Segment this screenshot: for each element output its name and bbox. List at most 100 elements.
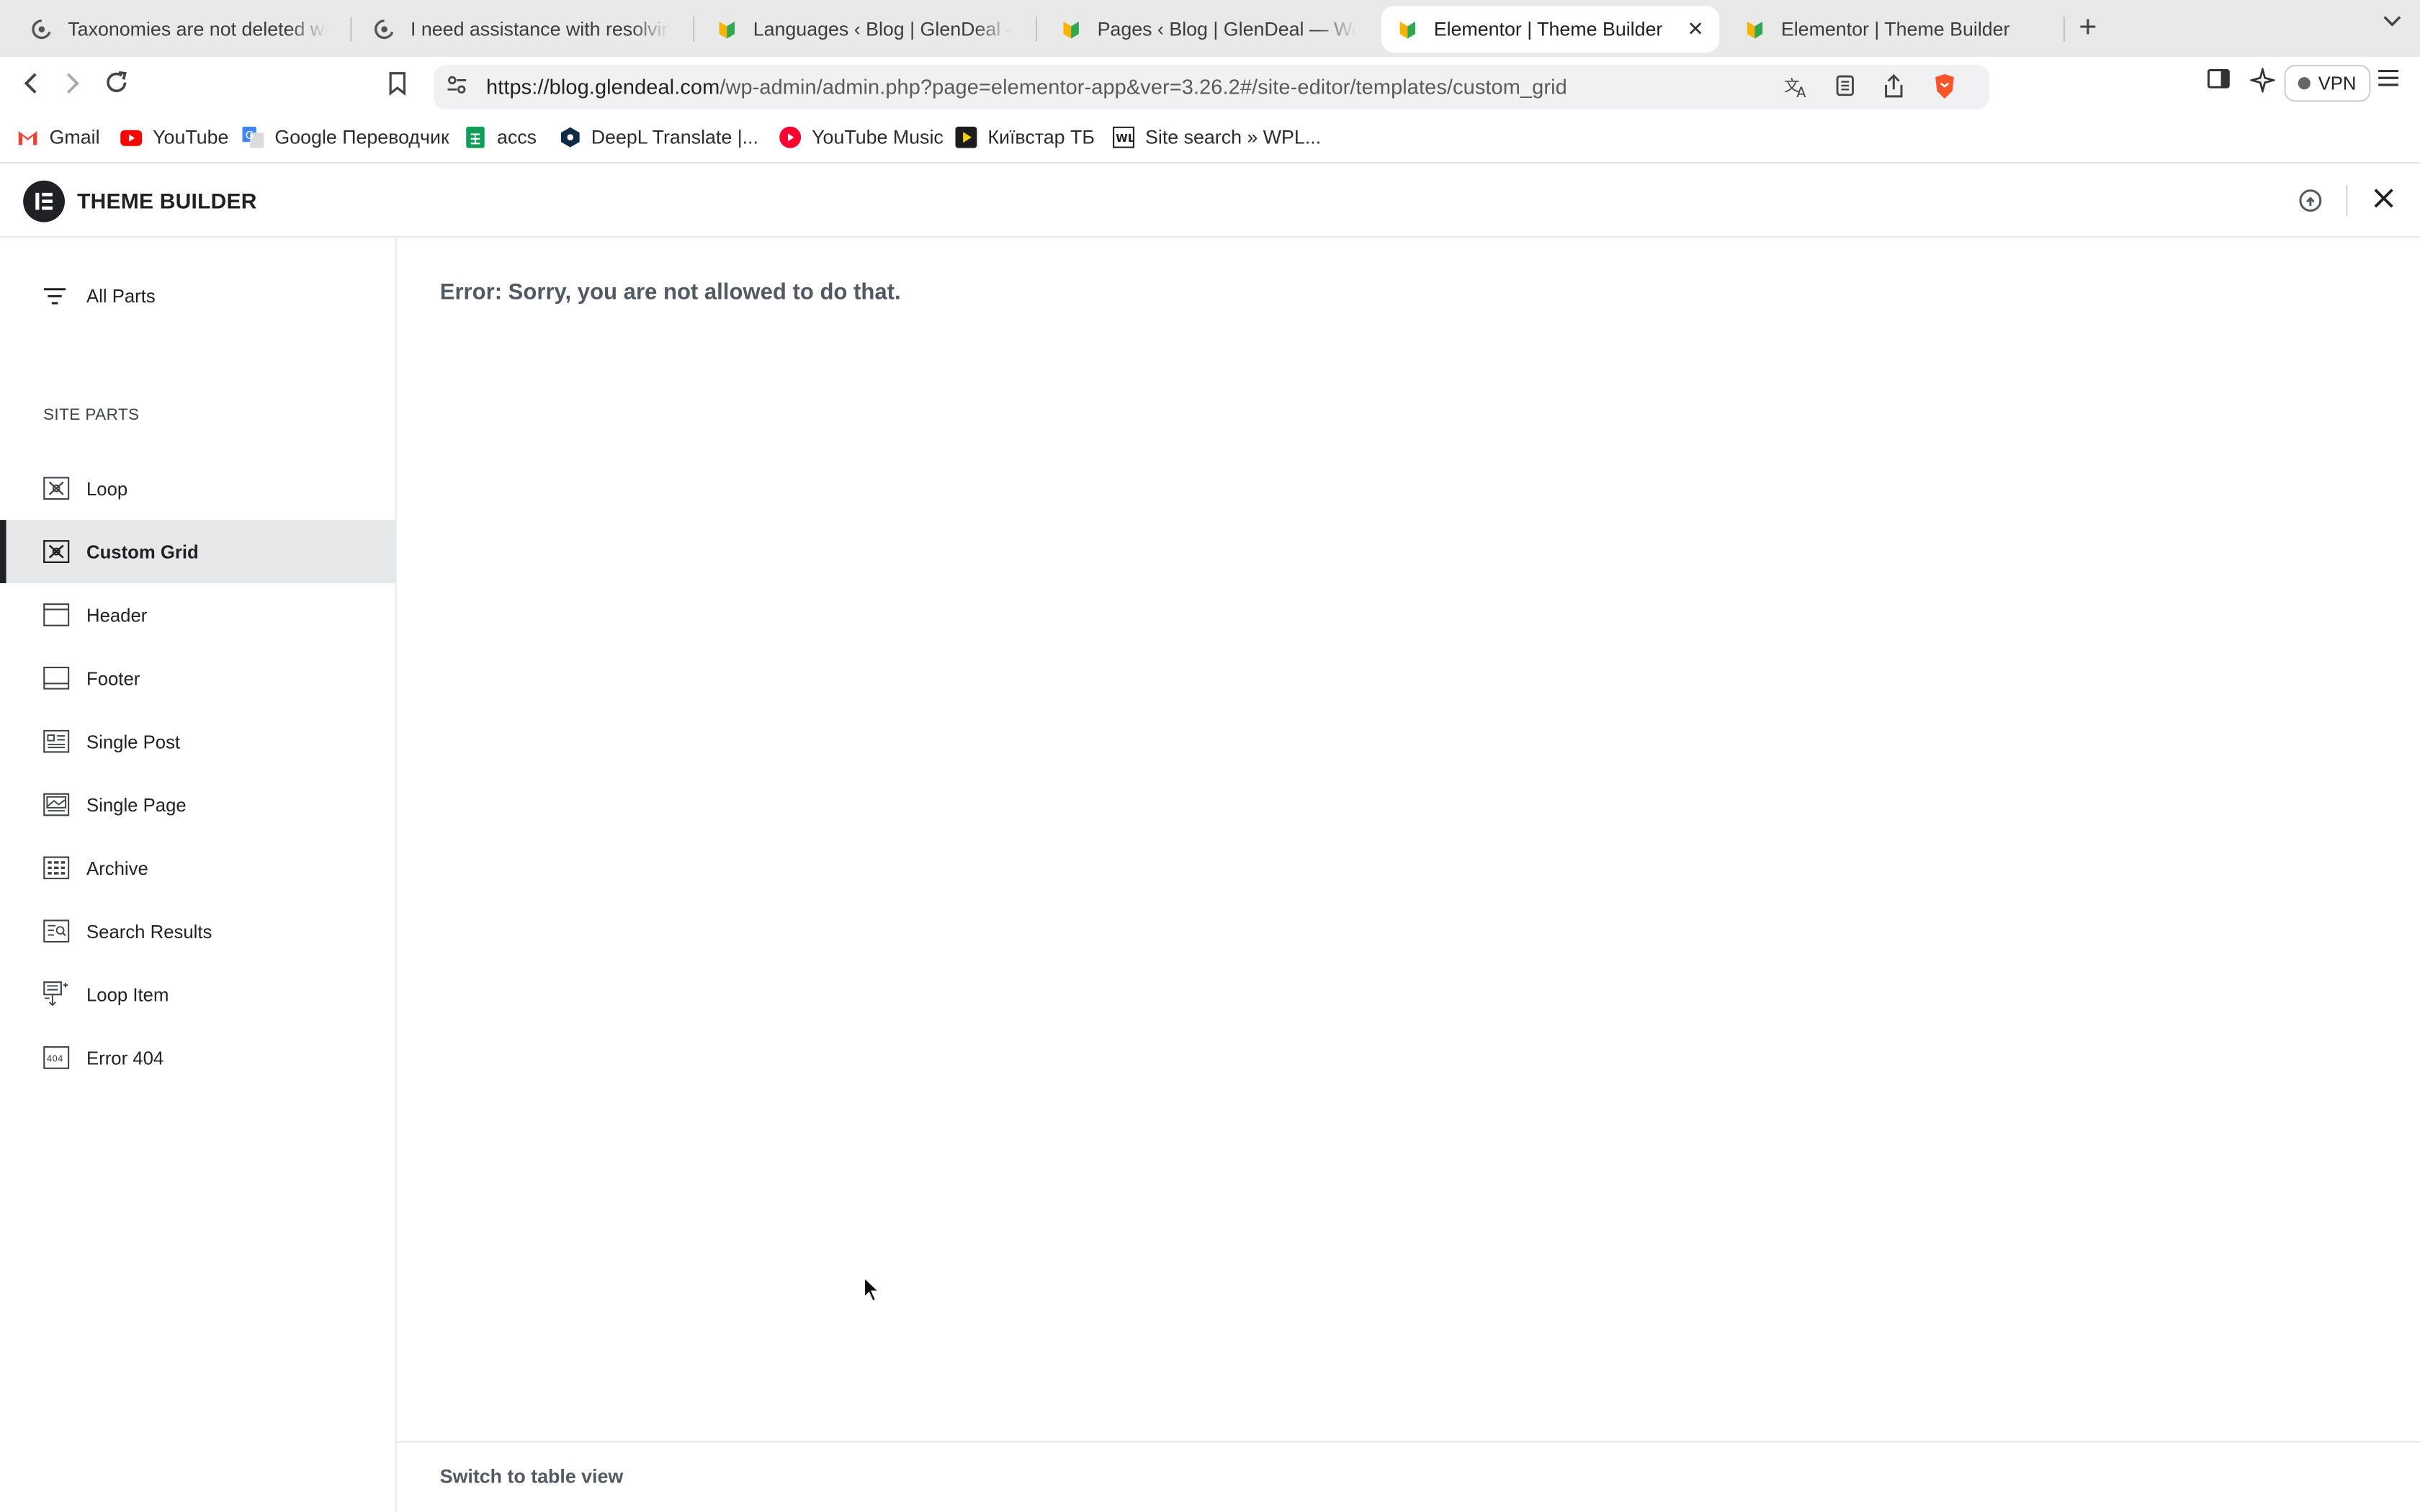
tab-title: Pages ‹ Blog | GlenDeal — WordP: [1097, 18, 1357, 40]
bookmark-label: DeepL Translate |...: [591, 126, 759, 148]
tab-taxonomies[interactable]: Taxonomies are not deleted with t: [15, 6, 342, 53]
svg-text:WL: WL: [1116, 132, 1134, 145]
deepl-icon: [559, 127, 581, 148]
url-path: /wp-admin/admin.php?page=elementor-app&v…: [720, 76, 1567, 99]
tab-assistance[interactable]: I need assistance with resolving i: [358, 6, 685, 53]
header-icon: [43, 603, 70, 626]
tab-divider: [2063, 17, 2066, 42]
bookmark-gmail[interactable]: Gmail: [17, 127, 100, 148]
site-settings-icon[interactable]: [446, 74, 467, 100]
page-title: THEME BUILDER: [77, 188, 257, 213]
sidebar-item-error-404[interactable]: 404 Error 404: [0, 1026, 395, 1089]
tab-languages[interactable]: Languages ‹ Blog | GlenDeal — W: [701, 6, 1028, 53]
help-icon[interactable]: [2298, 188, 2323, 220]
footer-icon: [43, 666, 70, 690]
search-results-icon: [43, 919, 70, 943]
svg-text:404: 404: [47, 1053, 63, 1063]
bookmark-accs[interactable]: accs: [465, 126, 537, 148]
error-404-icon: 404: [43, 1046, 70, 1069]
main-footer: Switch to table view: [396, 1441, 2420, 1512]
tab-pages[interactable]: Pages ‹ Blog | GlenDeal — WordP: [1045, 6, 1372, 53]
single-page-icon: [43, 793, 70, 816]
sidebar-item-search-results[interactable]: Search Results: [0, 899, 395, 963]
chevron-down-icon[interactable]: [2383, 12, 2402, 34]
sidebar-toggle-icon[interactable]: [2207, 68, 2230, 94]
tab-theme-builder-active[interactable]: Elementor | Theme Builder ✕: [1381, 6, 1720, 53]
new-tab-icon[interactable]: +: [2079, 11, 2097, 46]
close-tab-icon[interactable]: ✕: [1675, 17, 1703, 42]
sidebar-item-loop-item[interactable]: Loop Item: [0, 963, 395, 1026]
sidebar-item-single-post[interactable]: Single Post: [0, 710, 395, 773]
bookmark-youtube[interactable]: YouTube: [120, 127, 228, 148]
tab-title: Languages ‹ Blog | GlenDeal — W: [753, 18, 1013, 40]
switch-to-table-view-link[interactable]: Switch to table view: [440, 1466, 624, 1488]
loop-item-icon: [43, 981, 69, 1007]
support-icon: [374, 19, 395, 40]
sidebar-item-label: Error 404: [86, 1046, 164, 1068]
header-divider: [2346, 185, 2348, 216]
svg-text:G: G: [246, 129, 254, 142]
share-icon[interactable]: [1883, 73, 1904, 104]
glendeal-icon: [1060, 19, 1082, 40]
bookmark-label: Київстар ТБ: [987, 126, 1095, 148]
tab-title: Elementor | Theme Builder: [1780, 18, 2010, 40]
address-bar[interactable]: https://blog.glendeal.com/wp-admin/admin…: [434, 65, 1990, 110]
google-translate-icon: G: [242, 126, 264, 148]
glendeal-icon: [716, 19, 738, 40]
close-icon[interactable]: [2372, 186, 2396, 217]
tab-divider: [350, 17, 352, 42]
kyivstar-icon: [955, 126, 977, 148]
brave-shield-icon[interactable]: [1932, 73, 1957, 105]
reload-icon[interactable]: [104, 69, 130, 103]
bookmark-label: Gmail: [49, 126, 100, 148]
site-parts-sidebar: All Parts SITE PARTS Loop Custom Grid He…: [0, 238, 397, 1512]
youtube-icon: [120, 127, 143, 148]
tab-divider: [1035, 17, 1037, 42]
reader-mode-icon[interactable]: [1835, 74, 1855, 102]
svg-text:A: A: [1796, 84, 1806, 99]
browser-toolbar: https://blog.glendeal.com/wp-admin/admin…: [0, 57, 2420, 116]
sidebar-item-header[interactable]: Header: [0, 583, 395, 647]
bookmarks-bar: Gmail YouTube G Google Переводчик accs D…: [0, 115, 2420, 164]
theme-builder-header: THEME BUILDER: [0, 165, 2420, 238]
vpn-status-icon: [2298, 77, 2311, 90]
sidebar-item-loop[interactable]: Loop: [0, 456, 395, 520]
bookmark-wpl[interactable]: WL Site search » WPL...: [1113, 126, 1322, 148]
url-host: https://blog.glendeal.com: [486, 76, 720, 99]
elementor-logo-icon: [23, 180, 65, 222]
vpn-button[interactable]: VPN: [2284, 65, 2370, 102]
sidebar-item-label: Search Results: [86, 920, 212, 942]
browser-tab-strip: Taxonomies are not deleted with t I need…: [0, 0, 2420, 58]
bookmark-icon[interactable]: [387, 71, 408, 104]
sheets-icon: [465, 126, 486, 148]
archive-icon: [43, 856, 70, 880]
vpn-label: VPN: [2318, 72, 2357, 94]
bookmark-label: accs: [497, 126, 537, 148]
bookmark-label: Site search » WPL...: [1145, 126, 1322, 148]
sidebar-item-label: Header: [86, 603, 148, 626]
sidebar-item-label: Loop Item: [86, 984, 169, 1006]
tab-theme-builder[interactable]: Elementor | Theme Builder: [1729, 6, 2056, 53]
bookmark-kyivstar[interactable]: Київстар ТБ: [955, 126, 1095, 148]
bookmark-deepl[interactable]: DeepL Translate |...: [559, 127, 758, 148]
sidebar-item-single-page[interactable]: Single Page: [0, 773, 395, 837]
back-icon[interactable]: [20, 71, 42, 104]
sidebar-item-footer[interactable]: Footer: [0, 647, 395, 710]
url-text[interactable]: https://blog.glendeal.com/wp-admin/admin…: [486, 76, 1567, 99]
bookmark-youtube-music[interactable]: YouTube Music: [779, 126, 944, 148]
support-icon: [31, 19, 53, 40]
bookmark-google-translate[interactable]: G Google Переводчик: [242, 126, 449, 148]
sidebar-item-archive[interactable]: Archive: [0, 836, 395, 899]
tab-title: Elementor | Theme Builder: [1433, 18, 1663, 40]
leo-ai-icon[interactable]: [2248, 66, 2277, 97]
translate-icon[interactable]: 文A: [1784, 74, 1809, 104]
menu-icon[interactable]: [2377, 68, 2400, 92]
sidebar-item-label: Footer: [86, 667, 140, 689]
bookmark-label: YouTube: [153, 126, 229, 148]
forward-icon[interactable]: [62, 71, 84, 104]
all-parts-link[interactable]: All Parts: [43, 285, 156, 307]
tab-divider: [693, 17, 695, 42]
bookmark-label: Google Переводчик: [274, 126, 449, 148]
sidebar-item-custom-grid[interactable]: Custom Grid: [0, 520, 395, 583]
site-parts-heading: SITE PARTS: [43, 405, 140, 425]
